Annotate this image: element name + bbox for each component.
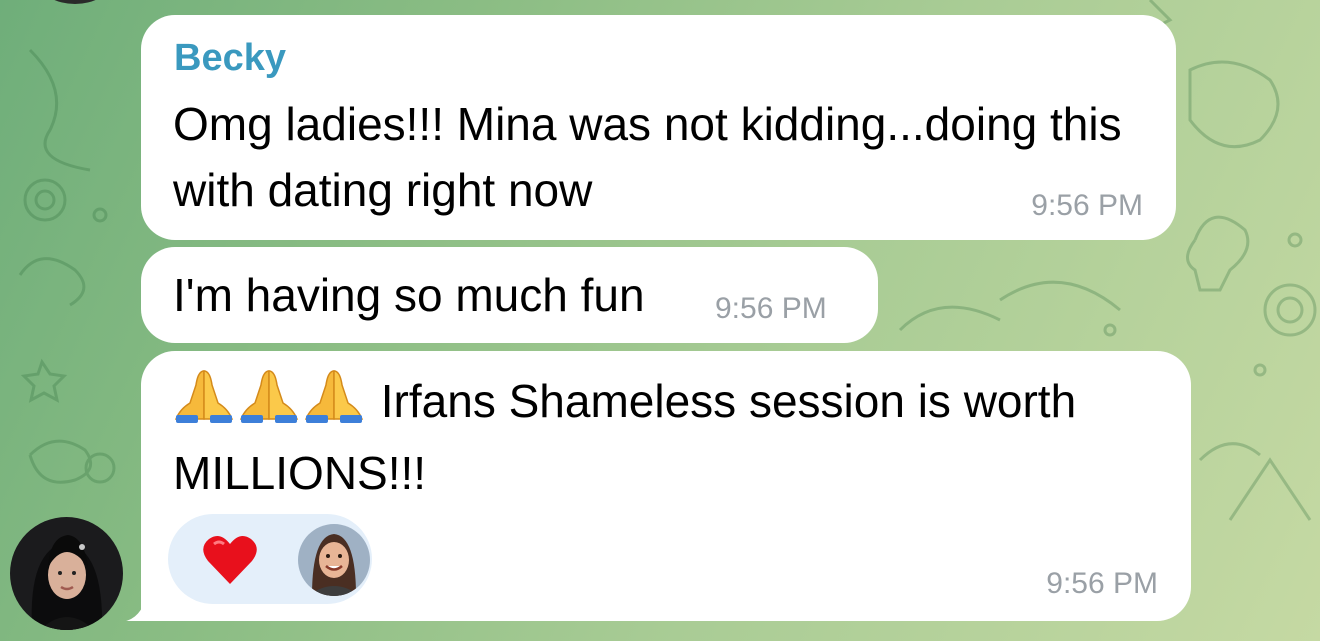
sender-avatar[interactable]: [10, 517, 123, 630]
message-timestamp: 9:56 PM: [715, 292, 827, 325]
reaction-pill[interactable]: [168, 514, 372, 604]
message-timestamp: 9:56 PM: [1031, 189, 1143, 222]
folded-hands-icon: [173, 367, 235, 440]
message-text: Irfans Shameless session is worth MILLIO…: [173, 367, 1173, 506]
message-text: I'm having so much fun: [173, 269, 645, 321]
sender-name[interactable]: Becky: [174, 37, 286, 80]
message-bubble[interactable]: Becky Omg ladies!!! Mina was not kidding…: [141, 15, 1176, 240]
reactor-avatar[interactable]: [298, 524, 370, 596]
message-text: Omg ladies!!! Mina was not kidding...doi…: [173, 98, 1122, 216]
red-heart-icon: [203, 535, 257, 584]
message-bubble[interactable]: I'm having so much fun 9:56 PM: [141, 247, 878, 343]
folded-hands-icon: [238, 367, 300, 440]
folded-hands-icon: [303, 367, 365, 440]
message-timestamp: 9:56 PM: [1046, 567, 1158, 600]
message-bubble[interactable]: Irfans Shameless session is worth MILLIO…: [141, 351, 1191, 621]
